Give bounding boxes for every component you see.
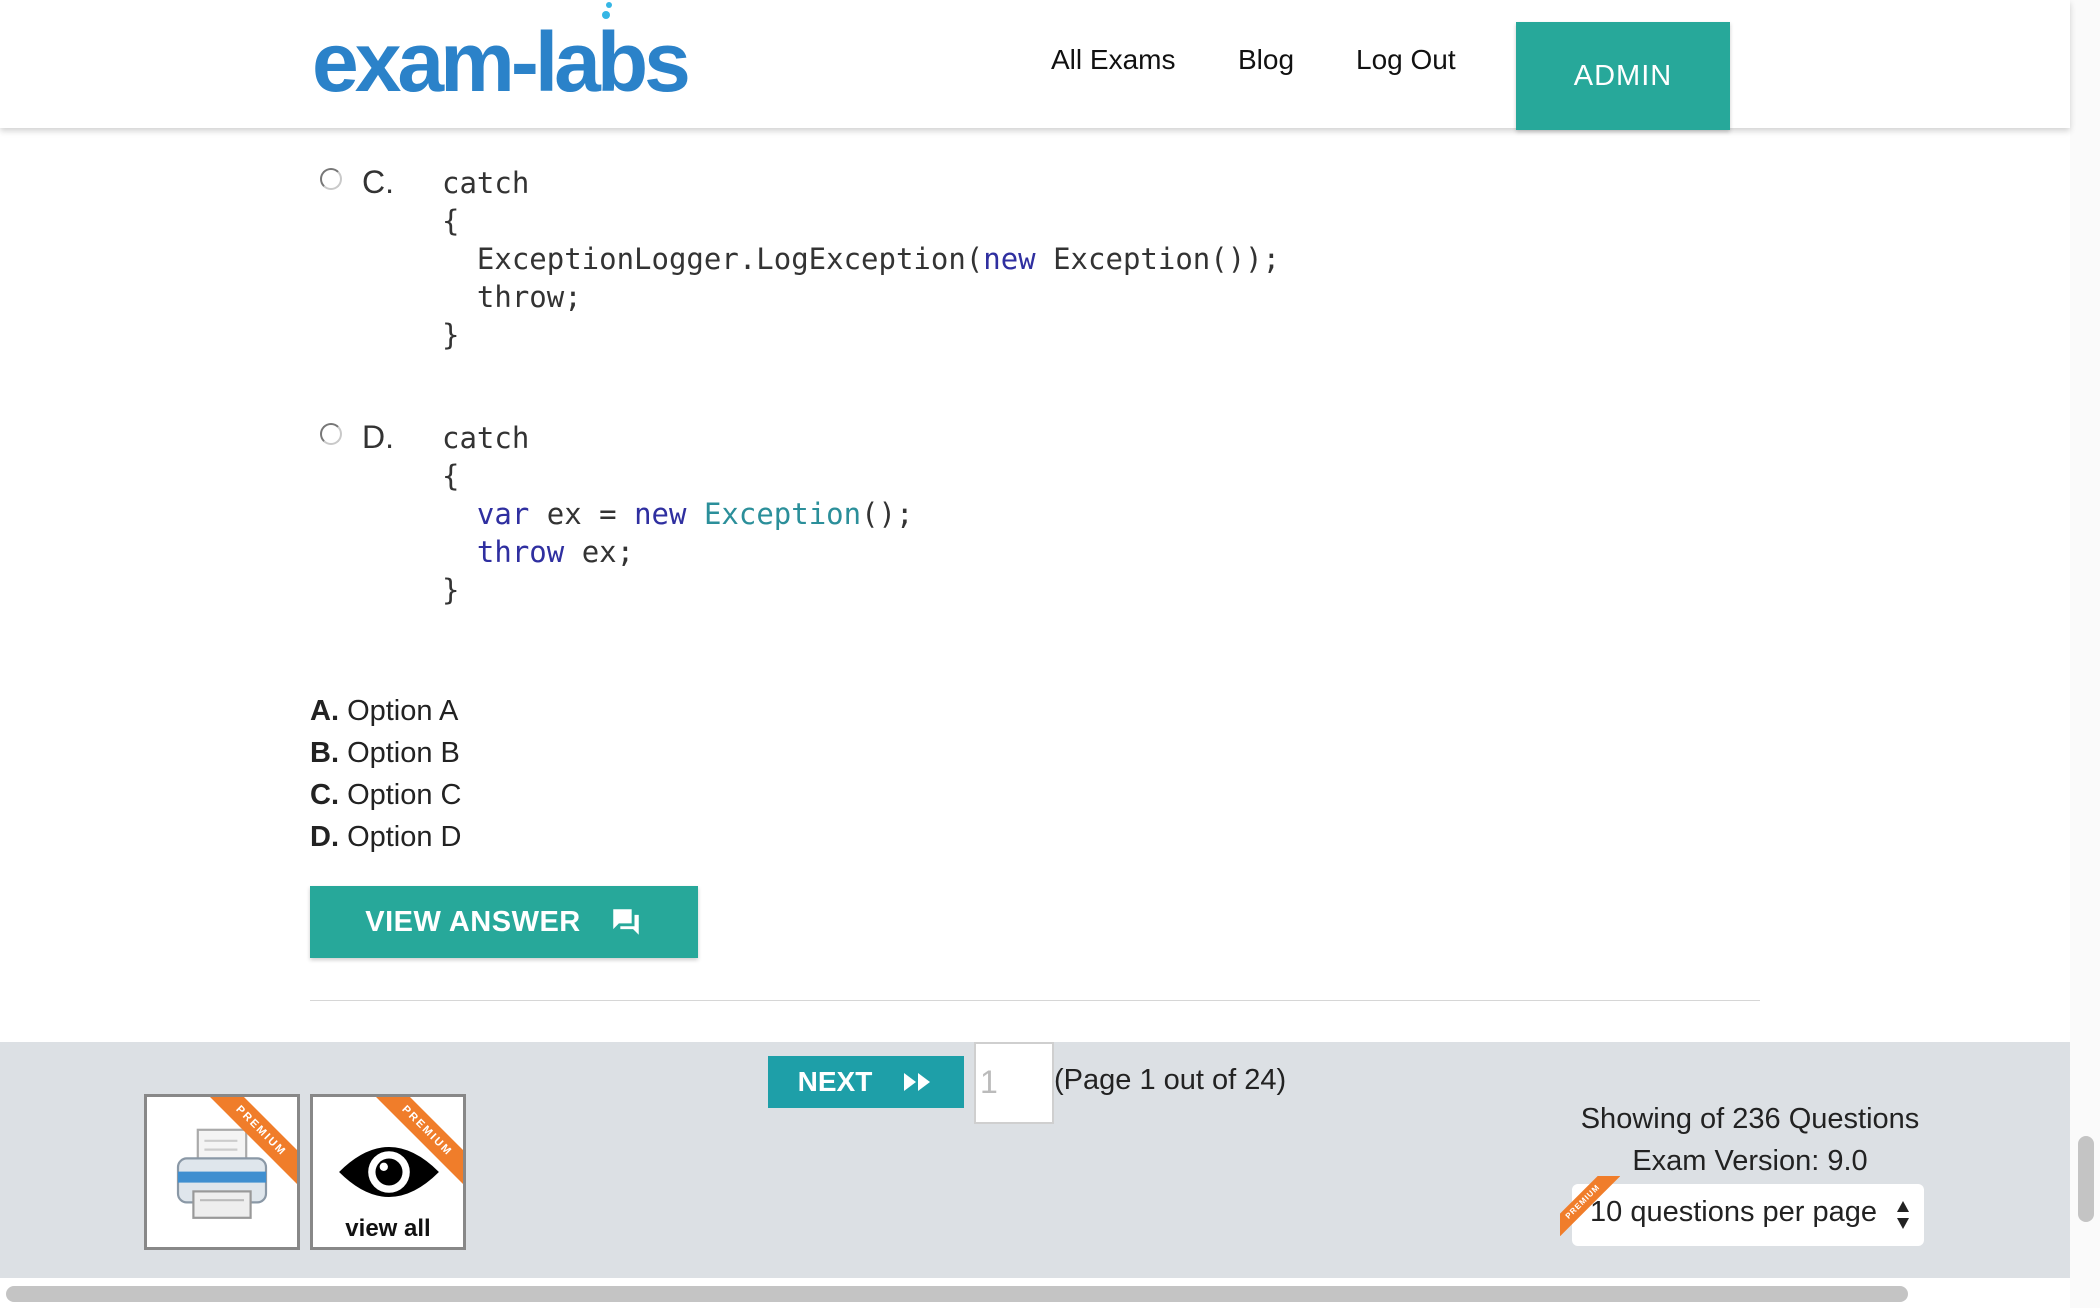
code-line: { xyxy=(442,204,460,238)
print-tile[interactable]: PREMIUM xyxy=(144,1094,300,1250)
logo[interactable]: exam-labs xyxy=(312,20,691,104)
option-d-code: catch { var ex = new Exception(); throw … xyxy=(442,419,913,609)
option-c-code: catch { ExceptionLogger.LogException(new… xyxy=(442,164,1280,354)
chat-icon xyxy=(612,909,639,935)
option-d-radio[interactable] xyxy=(320,423,342,445)
code-line: var ex = new Exception(); xyxy=(476,497,914,531)
next-label: NEXT xyxy=(797,1066,873,1097)
option-c-radio[interactable] xyxy=(320,168,342,190)
per-page-select[interactable]: 10 questions per page xyxy=(1572,1184,1924,1246)
code-line: } xyxy=(442,573,460,607)
option-d-letter: D. xyxy=(362,419,394,455)
showing-count: Showing of 236 Questions xyxy=(1580,1103,1920,1135)
code-line: catch xyxy=(442,166,530,200)
horizontal-scrollbar[interactable] xyxy=(6,1286,1908,1302)
admin-button[interactable]: ADMIN xyxy=(1516,22,1730,130)
view-answer-label: VIEW ANSWER xyxy=(365,905,581,938)
per-page-value: 10 questions per page xyxy=(1590,1196,1877,1228)
next-button[interactable]: NEXT xyxy=(768,1056,964,1108)
select-arrows-icon xyxy=(1897,1201,1909,1229)
site-header: exam-labs All Exams Blog Log Out xyxy=(0,0,2070,128)
nav-blog[interactable]: Blog xyxy=(1238,44,1294,76)
per-page-premium-ribbon: PREMIUM xyxy=(1560,1176,1620,1236)
answer-list: A. Option A B. Option B C. Option C D. O… xyxy=(310,690,462,858)
logo-bubbles-icon xyxy=(598,2,618,26)
divider xyxy=(310,1000,1760,1001)
page-number-input[interactable]: 1 xyxy=(974,1042,1054,1124)
eye-icon xyxy=(339,1147,439,1197)
question-stats: Showing of 236 Questions Exam Version: 9… xyxy=(1560,1098,1940,1182)
code-line: { xyxy=(442,459,460,493)
code-line: throw ex; xyxy=(476,535,635,569)
premium-ribbon-label: PREMIUM xyxy=(1560,1176,1620,1236)
view-all-tile[interactable]: view all PREMIUM xyxy=(310,1094,466,1250)
answer-item: C. Option C xyxy=(310,779,462,811)
answer-item: B. Option B xyxy=(310,737,460,769)
code-line: throw; xyxy=(476,280,582,314)
view-answer-button[interactable]: VIEW ANSWER xyxy=(310,886,698,958)
page-info: (Page 1 out of 24) xyxy=(1054,1064,1287,1096)
nav-all-exams[interactable]: All Exams xyxy=(1051,44,1175,76)
vertical-scrollbar[interactable] xyxy=(2078,1136,2094,1222)
code-line: } xyxy=(442,318,460,352)
answer-item: A. Option A xyxy=(310,695,459,727)
answer-item: D. Option D xyxy=(310,821,462,853)
vertical-scroll-track xyxy=(2070,0,2100,1308)
code-line: ExceptionLogger.LogException(new Excepti… xyxy=(476,242,1281,276)
code-line: catch xyxy=(442,421,530,455)
nav-log-out[interactable]: Log Out xyxy=(1356,44,1456,76)
view-all-label: view all xyxy=(345,1215,431,1242)
fast-forward-icon xyxy=(904,1073,931,1091)
option-c-letter: C. xyxy=(362,164,394,200)
